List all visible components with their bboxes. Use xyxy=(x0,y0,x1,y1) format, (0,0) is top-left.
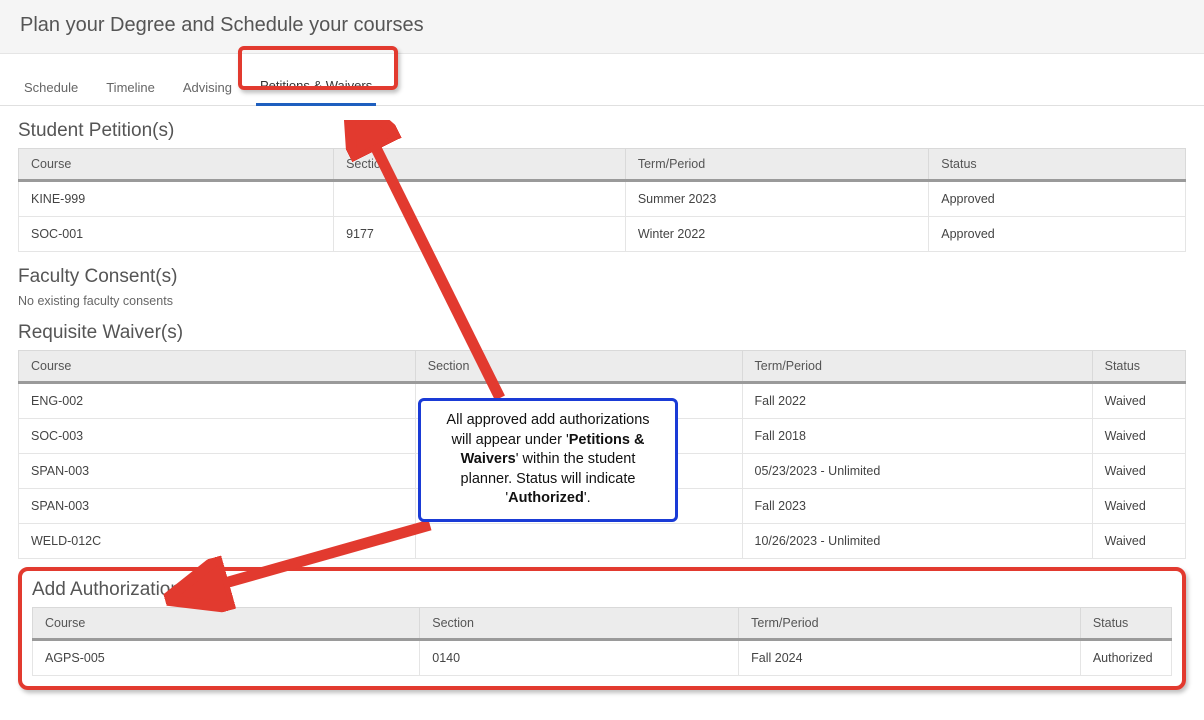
col-status: Status xyxy=(929,149,1186,181)
faculty-consent-title: Faculty Consent(s) xyxy=(18,266,1186,288)
col-status: Status xyxy=(1092,351,1185,383)
cell-term: Winter 2022 xyxy=(625,217,928,252)
cell-term: 05/23/2023 - Unlimited xyxy=(742,454,1092,489)
page-title: Plan your Degree and Schedule your cours… xyxy=(20,14,1184,37)
cell-section: 0140 xyxy=(420,640,739,676)
cell-term: Fall 2024 xyxy=(739,640,1081,676)
table-row: SOC-001 9177 Winter 2022 Approved xyxy=(19,217,1186,252)
faculty-consent-empty: No existing faculty consents xyxy=(18,294,1186,308)
cell-term: Summer 2023 xyxy=(625,181,928,217)
cell-course: SPAN-003 xyxy=(19,454,416,489)
cell-section xyxy=(334,181,626,217)
petitions-header-row: Course Section Term/Period Status xyxy=(19,149,1186,181)
add-auth-table: Course Section Term/Period Status AGPS-0… xyxy=(32,607,1172,676)
col-course: Course xyxy=(19,149,334,181)
table-row: WELD-012C 10/26/2023 - Unlimited Waived xyxy=(19,524,1186,559)
col-term: Term/Period xyxy=(625,149,928,181)
cell-course: SPAN-003 xyxy=(19,489,416,524)
tab-schedule[interactable]: Schedule xyxy=(20,74,82,105)
cell-course: SOC-003 xyxy=(19,419,416,454)
page-header: Plan your Degree and Schedule your cours… xyxy=(0,0,1204,54)
cell-status: Waived xyxy=(1092,524,1185,559)
petitions-table: Course Section Term/Period Status KINE-9… xyxy=(18,148,1186,252)
table-row: AGPS-005 0140 Fall 2024 Authorized xyxy=(33,640,1172,676)
cell-course: AGPS-005 xyxy=(33,640,420,676)
cell-status: Waived xyxy=(1092,419,1185,454)
col-course: Course xyxy=(19,351,416,383)
col-section: Section xyxy=(420,608,739,640)
tab-petitions-waivers[interactable]: Petitions & Waivers xyxy=(256,72,376,106)
col-term: Term/Period xyxy=(739,608,1081,640)
callout-annotation: All approved add authorizations will app… xyxy=(418,398,678,522)
col-section: Section xyxy=(334,149,626,181)
cell-status: Waived xyxy=(1092,454,1185,489)
tab-timeline[interactable]: Timeline xyxy=(102,74,159,105)
cell-term: Fall 2022 xyxy=(742,383,1092,419)
add-auth-title: Add Authorization(s) xyxy=(32,579,1172,601)
cell-course: WELD-012C xyxy=(19,524,416,559)
cell-status: Authorized xyxy=(1080,640,1171,676)
add-auth-highlight: Add Authorization(s) Course Section Term… xyxy=(18,567,1186,690)
cell-status: Approved xyxy=(929,181,1186,217)
cell-section: 9177 xyxy=(334,217,626,252)
cell-course: KINE-999 xyxy=(19,181,334,217)
cell-section xyxy=(415,524,742,559)
cell-course: ENG-002 xyxy=(19,383,416,419)
callout-strong2: Authorized xyxy=(508,490,584,506)
cell-status: Waived xyxy=(1092,489,1185,524)
cell-status: Waived xyxy=(1092,383,1185,419)
add-auth-header-row: Course Section Term/Period Status xyxy=(33,608,1172,640)
callout-text3: '. xyxy=(584,490,591,506)
tab-advising[interactable]: Advising xyxy=(179,74,236,105)
col-course: Course xyxy=(33,608,420,640)
tabs: Schedule Timeline Advising Petitions & W… xyxy=(0,54,1204,106)
cell-term: 10/26/2023 - Unlimited xyxy=(742,524,1092,559)
col-section: Section xyxy=(415,351,742,383)
requisite-title: Requisite Waiver(s) xyxy=(18,322,1186,344)
cell-term: Fall 2018 xyxy=(742,419,1092,454)
col-term: Term/Period xyxy=(742,351,1092,383)
requisite-header-row: Course Section Term/Period Status xyxy=(19,351,1186,383)
table-row: KINE-999 Summer 2023 Approved xyxy=(19,181,1186,217)
petitions-title: Student Petition(s) xyxy=(18,120,1186,142)
col-status: Status xyxy=(1080,608,1171,640)
cell-status: Approved xyxy=(929,217,1186,252)
cell-course: SOC-001 xyxy=(19,217,334,252)
content: Student Petition(s) Course Section Term/… xyxy=(0,120,1204,700)
cell-term: Fall 2023 xyxy=(742,489,1092,524)
